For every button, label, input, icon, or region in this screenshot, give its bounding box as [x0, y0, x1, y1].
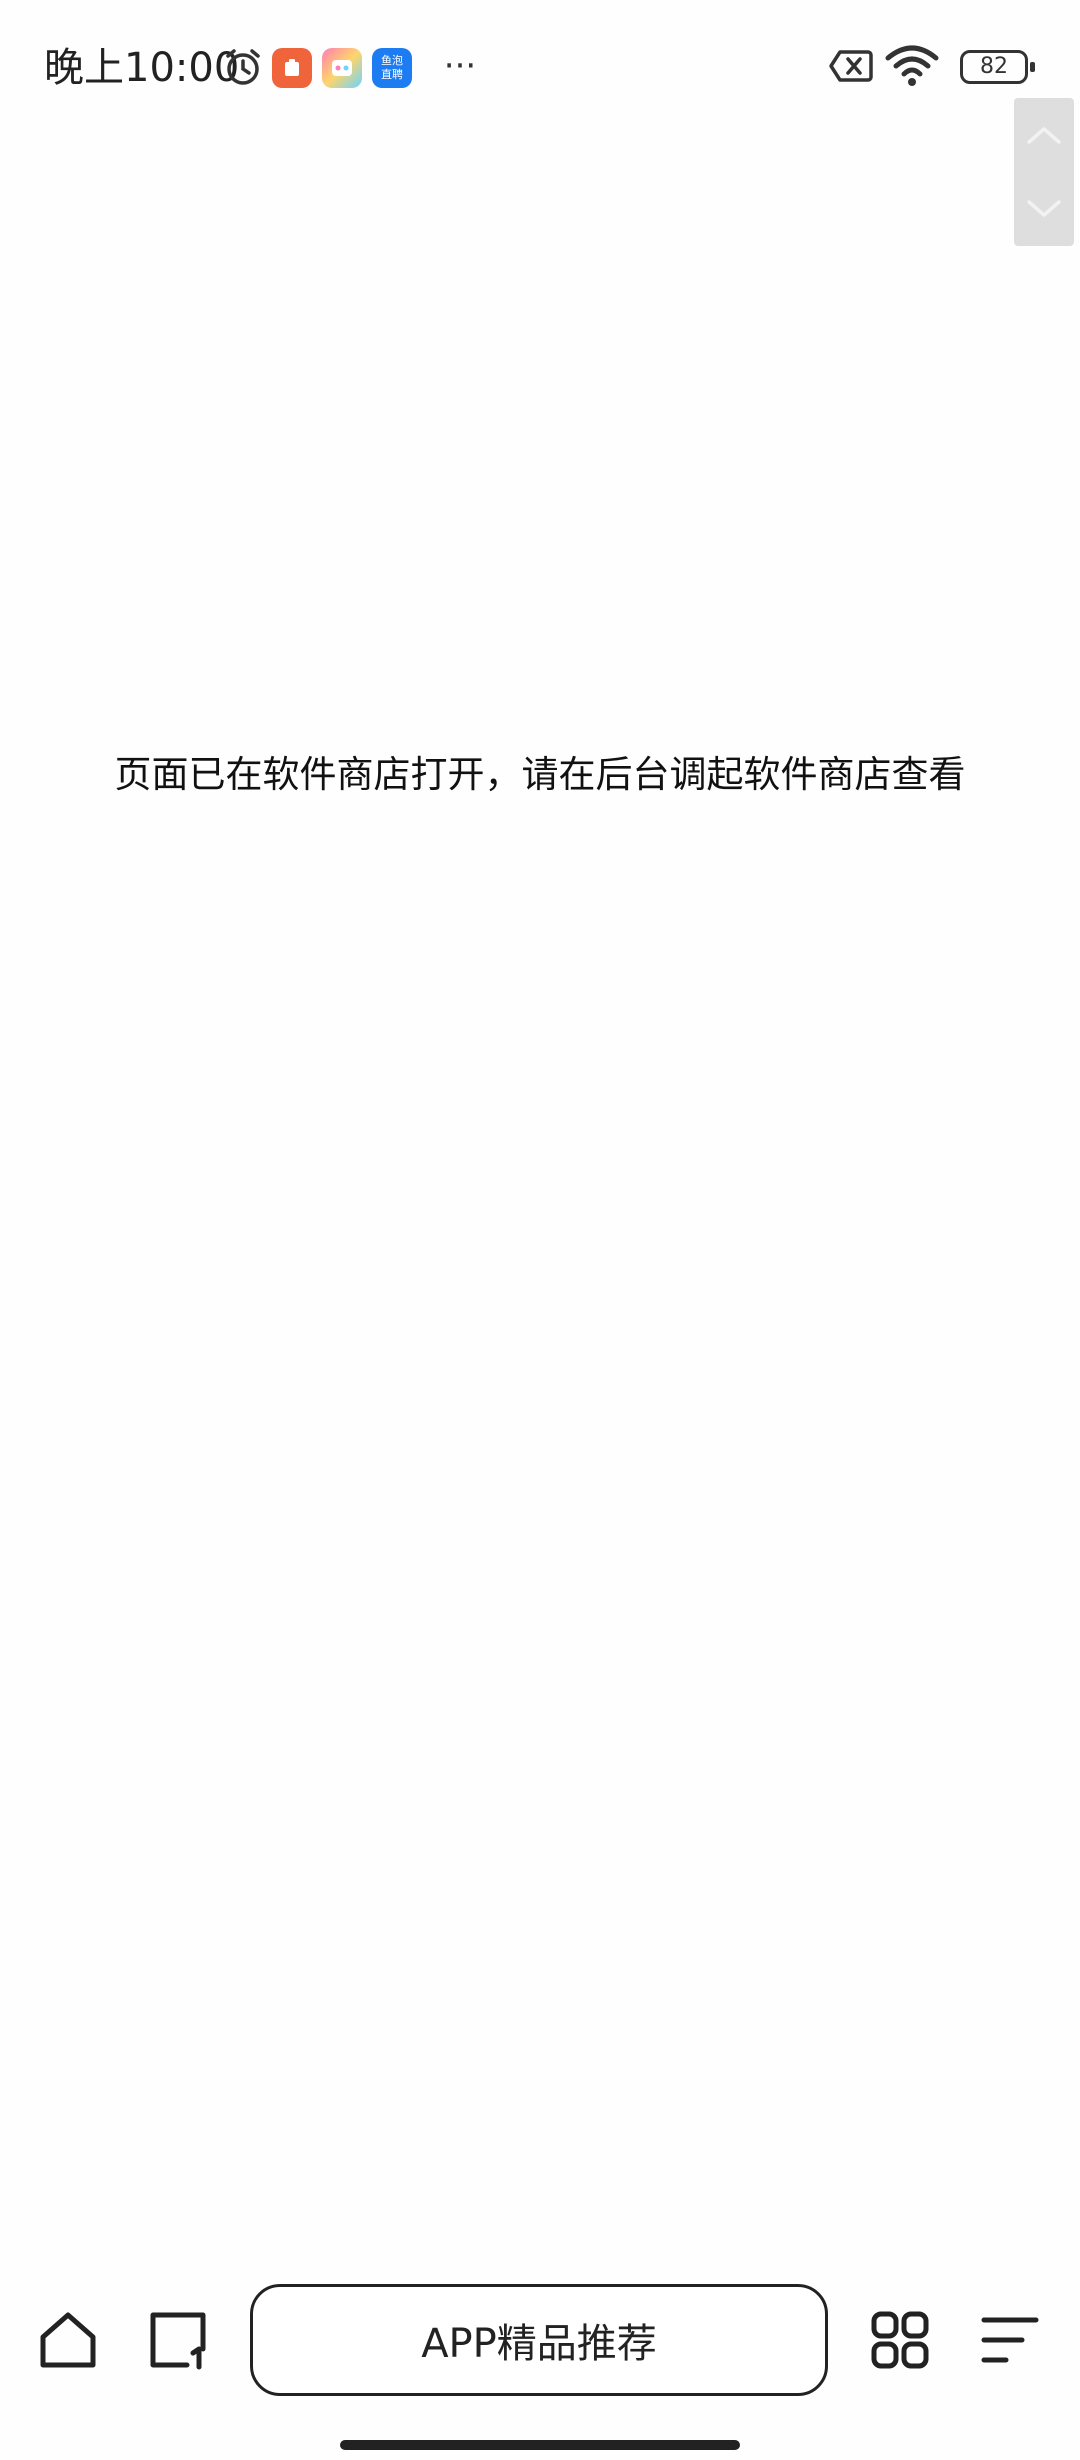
wifi-icon [884, 44, 940, 88]
app-recommend-button[interactable]: APP精品推荐 [250, 2284, 828, 2396]
app-fish-live-icon: 鱼泡 直聘 [372, 48, 412, 88]
status-time: 晚上10:00 [44, 45, 240, 91]
bottom-toolbar: APP精品推荐 [0, 2270, 1080, 2400]
battery-level: 82 [980, 54, 1008, 79]
battery-icon: 82 [960, 50, 1035, 84]
tabs-button[interactable] [140, 2292, 216, 2388]
home-icon [40, 2312, 96, 2368]
status-bar: 晚上10:00 鱼泡 直聘 ··· 82 [0, 0, 1080, 140]
apps-grid-icon [871, 2311, 929, 2369]
chevron-up-icon [1027, 127, 1061, 144]
scroll-up-button[interactable] [1014, 98, 1074, 172]
apps-grid-button[interactable] [862, 2292, 938, 2388]
sim-x-icon [828, 46, 874, 86]
home-indicator[interactable] [340, 2440, 740, 2450]
alarm-icon [222, 46, 264, 88]
scroll-down-button[interactable] [1014, 172, 1074, 246]
menu-button[interactable] [972, 2292, 1048, 2388]
store-opened-message: 页面已在软件商店打开，请在后台调起软件商店查看 [114, 753, 966, 796]
fish-live-badge-text: 鱼泡 直聘 [381, 54, 403, 81]
home-button[interactable] [30, 2292, 106, 2388]
app-game-icon [322, 48, 362, 88]
scroll-control [1014, 98, 1074, 246]
tabs-icon [150, 2312, 206, 2370]
page: 晚上10:00 鱼泡 直聘 ··· 82 页面已在软件商店打开，请在后台调起软件… [0, 0, 1080, 2460]
chevron-down-icon [1027, 200, 1061, 217]
menu-icon [981, 2317, 1039, 2363]
app-red-icon [272, 48, 312, 88]
more-dots-icon: ··· [443, 46, 477, 86]
